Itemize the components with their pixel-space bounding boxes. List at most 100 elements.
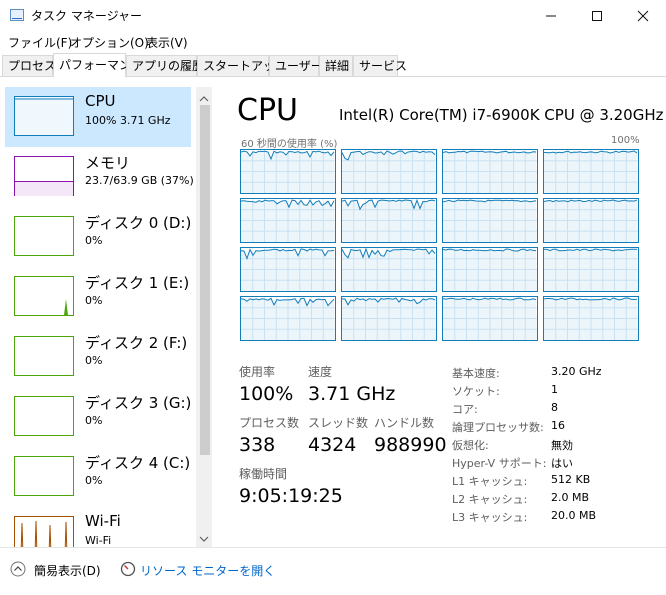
sidebar-item-cpu[interactable]: CPU 100% 3.71 GHz [5,87,191,147]
menu-bar: ファイル(F) オプション(O) 表示(V) [0,31,666,53]
spec-value: 3.20 GHz [551,365,602,378]
tab-app-history[interactable]: アプリの履歴 [126,55,204,76]
resource-monitor-icon[interactable] [120,561,136,577]
spec-label: ソケット: [452,385,500,398]
spec-value: 2.0 MB [551,491,590,504]
wifi-thumbnail [14,516,74,547]
logical-processor-graph [341,296,437,341]
logical-processor-graph [341,198,437,243]
uptime-label: 稼働時間 [239,467,288,481]
graph-max-label: 100% [611,135,640,146]
disk-2-thumbnail [14,336,74,376]
minimize-icon [546,15,556,16]
disk-4-thumbnail [14,456,74,496]
sidebar-item-wifi[interactable]: Wi-Fi Wi-Fi [5,507,191,547]
spec-label: L2 キャッシュ: [452,493,528,506]
logical-processor-graph [341,149,437,194]
spec-value: はい [551,457,573,470]
close-button[interactable] [620,0,666,31]
spec-label: L3 キャッシュ: [452,511,528,524]
uptime-value: 9:05:19:25 [239,485,343,507]
logical-processor-graph [543,198,639,243]
sidebar-item-sub: 23.7/63.9 GB (37%) [85,174,194,187]
thread-count-label: スレッド数 [308,416,369,430]
usage-value: 100% [239,383,294,405]
sidebar-item-sub: 0% [85,234,103,247]
process-count-value: 338 [239,434,276,456]
tab-startup[interactable]: スタートアップ [197,55,287,76]
maximize-icon [592,10,602,21]
graph-label: 60 秒間の使用率 (%) [241,139,338,150]
spec-label: 仮想化: [452,439,489,452]
logical-processor-graph [240,247,336,292]
sidebar-item-label: Wi-Fi [85,512,121,530]
sidebar-item-disk-0[interactable]: ディスク 0 (D:) 0% [5,207,191,267]
cpu-thumbnail [14,96,74,136]
sidebar-item-disk-2[interactable]: ディスク 2 (F:) 0% [5,327,191,387]
fewer-details-button[interactable]: 簡易表示(D) [34,562,101,579]
sidebar-item-disk-4[interactable]: ディスク 4 (C:) 0% [5,447,191,507]
logical-processor-graph [543,149,639,194]
sidebar-item-disk-1[interactable]: ディスク 1 (E:) 0% [5,267,191,327]
logical-processor-graph [240,149,336,194]
logical-processor-graph [341,247,437,292]
tab-users[interactable]: ユーザー [269,55,323,76]
resource-monitor-link[interactable]: リソース モニターを開く [140,562,275,579]
sidebar-item-sub: 0% [85,294,103,307]
sidebar-item-label: ディスク 0 (D:) [85,214,192,232]
speed-value: 3.71 GHz [308,383,396,405]
spec-label: Hyper-V サポート: [452,457,547,470]
cpu-model-name: Intel(R) Core(TM) i7-6900K CPU @ 3.20GHz [339,106,664,124]
close-icon [637,10,649,21]
disk-0-thumbnail [14,216,74,256]
spec-label: コア: [452,403,478,416]
usage-label: 使用率 [239,365,276,379]
disk-1-thumbnail [14,276,74,316]
logical-processor-graph [442,149,538,194]
logical-processor-graph [442,198,538,243]
sidebar-item-sub: 0% [85,414,103,427]
disk-3-thumbnail [14,396,74,436]
logical-processor-graph [442,247,538,292]
menu-view[interactable]: 表示(V) [146,34,188,51]
task-manager-icon [10,9,24,21]
sidebar-scrollbar-thumb[interactable] [200,105,210,455]
title-bar: タスク マネージャー [0,0,666,31]
scroll-up-icon[interactable] [198,90,210,102]
sidebar-item-label: ディスク 3 (G:) [85,394,192,412]
sidebar-item-sub: Wi-Fi [85,534,112,547]
maximize-button[interactable] [574,0,620,31]
memory-thumbnail [14,156,74,196]
tab-performance[interactable]: パフォーマンス [53,53,143,77]
minimize-button[interactable] [528,0,574,31]
sidebar-item-label: メモリ [85,154,131,172]
process-count-label: プロセス数 [239,416,300,430]
sidebar-item-label: ディスク 1 (E:) [85,274,190,292]
logical-processor-graph [543,296,639,341]
logical-processor-graph [240,198,336,243]
window-title: タスク マネージャー [31,9,142,23]
menu-options[interactable]: オプション(O) [70,34,149,51]
sidebar-item-memory[interactable]: メモリ 23.7/63.9 GB (37%) [5,147,194,207]
menu-file[interactable]: ファイル(F) [8,34,72,51]
handle-count-value: 988990 [374,434,447,456]
spec-value: 1 [551,383,558,396]
fewer-details-icon[interactable] [10,561,26,577]
spec-value: 16 [551,419,565,432]
tab-services[interactable]: サービス [353,55,407,76]
thread-count-value: 4324 [308,434,357,456]
handle-count-label: ハンドル数 [374,416,435,430]
spec-value: 20.0 MB [551,509,597,522]
spec-value: 512 KB [551,473,591,486]
tab-processes[interactable]: プロセス [2,55,56,76]
tab-details[interactable]: 詳細 [319,55,353,76]
logical-processor-graph [543,247,639,292]
scroll-down-icon[interactable] [198,530,210,542]
resource-list: CPU 100% 3.71 GHz メモリ 23.7/63.9 GB (37%)… [0,77,212,547]
footer-bar: 簡易表示(D) リソース モニターを開く [0,547,666,595]
spec-value: 8 [551,401,558,414]
sidebar-item-disk-3[interactable]: ディスク 3 (G:) 0% [5,387,191,447]
page-title: CPU [237,93,298,128]
logical-processor-graph [240,296,336,341]
sidebar-item-label: ディスク 2 (F:) [85,334,188,352]
